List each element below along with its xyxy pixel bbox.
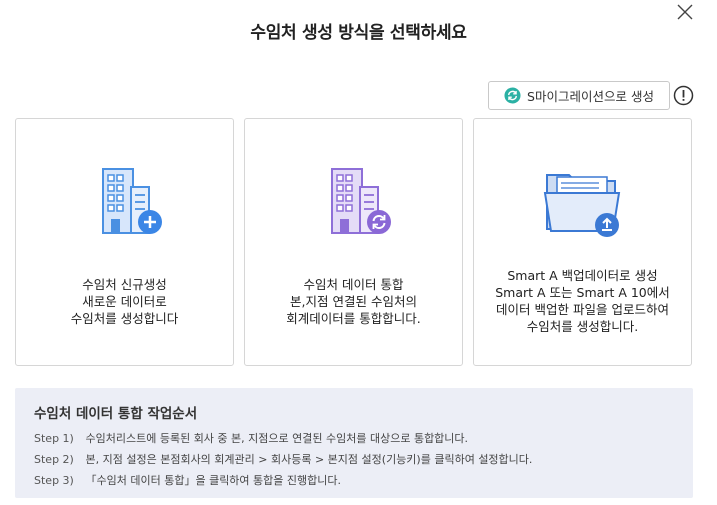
building-sync-icon — [330, 168, 391, 234]
step-row: Step 2) 본, 지점 설정은 본점회사의 회계관리 > 회사등록 > 본지… — [34, 451, 532, 467]
close-icon — [677, 4, 693, 20]
folder-upload-icon — [543, 174, 620, 237]
new-client-card[interactable]: 수임처 신규생성 새로운 데이터로 수임처를 생성합니다 — [15, 118, 234, 366]
merge-steps-panel: 수임처 데이터 통합 작업순서 Step 1) 수임처리스트에 등록된 회사 중… — [15, 388, 693, 498]
step-label: Step 1) — [34, 432, 74, 445]
card-desc-line: 새로운 데이터로 — [82, 294, 167, 309]
step-row: Step 1) 수임처리스트에 등록된 회사 중 본, 지점으로 연결된 수임처… — [34, 430, 468, 446]
dialog-title: 수임처 생성 방식을 선택하세요 — [250, 23, 467, 43]
card-desc-line: 수임처를 생성합니다 — [70, 311, 179, 326]
create-client-dialog: 수임처 생성 방식을 선택하세요 S마이그레이션으로 생성 수임처 신규생성 새… — [0, 0, 717, 505]
card-desc-line: 본,지점 연결된 수임처의 — [290, 294, 417, 309]
step-label: Step 2) — [34, 453, 74, 466]
card-desc-line: 데이터 백업한 파일을 업로드하여 — [496, 302, 669, 317]
building-add-illustration — [75, 161, 175, 241]
step-text: 본, 지점 설정은 본점회사의 회계관리 > 회사등록 > 본지점 설정(기능키… — [85, 453, 533, 466]
step-label: Step 3) — [34, 474, 74, 487]
card-desc-line: Smart A 또는 Smart A 10에서 — [495, 285, 670, 300]
card-heading: 수임처 신규생성 — [82, 277, 167, 292]
merge-client-data-card[interactable]: 수임처 데이터 통합 본,지점 연결된 수임처의 회계데이터를 통합합니다. — [244, 118, 463, 366]
step-text: 「수임처 데이터 통합」을 클릭하여 통합을 진행합니다. — [85, 474, 342, 487]
info-icon — [673, 85, 694, 106]
building-sync-illustration — [304, 161, 404, 241]
step-row: Step 3) 「수임처 데이터 통합」을 클릭하여 통합을 진행합니다. — [34, 472, 341, 488]
refresh-icon — [504, 87, 521, 104]
building-add-icon — [101, 168, 162, 234]
migration-create-label: S마이그레이션으로 생성 — [527, 89, 654, 104]
migration-create-button[interactable]: S마이그레이션으로 생성 — [488, 81, 670, 110]
step-text: 수임처리스트에 등록된 회사 중 본, 지점으로 연결된 수임처를 대상으로 통… — [85, 432, 469, 445]
card-desc-line: 회계데이터를 통합합니다. — [286, 311, 421, 326]
backup-upload-card[interactable]: Smart A 백업데이터로 생성 Smart A 또는 Smart A 10에… — [473, 118, 692, 366]
card-desc-line: 수임처를 생성합니다. — [526, 319, 639, 334]
card-heading: Smart A 백업데이터로 생성 — [507, 268, 658, 283]
steps-title: 수임처 데이터 통합 작업순서 — [34, 406, 198, 422]
help-button[interactable] — [673, 85, 694, 106]
folder-upload-illustration — [533, 161, 633, 241]
close-button[interactable] — [676, 3, 694, 21]
card-heading: 수임처 데이터 통합 — [303, 277, 404, 292]
